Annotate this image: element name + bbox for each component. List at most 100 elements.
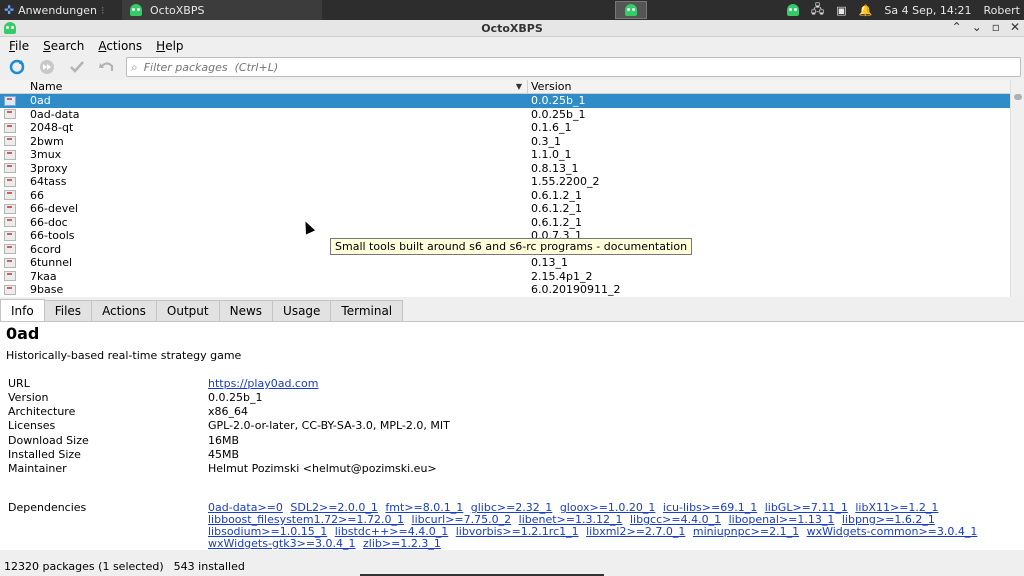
dependency-link[interactable]: wxWidgets-gtk3>=3.0.4_1 [208,537,356,550]
package-version: 0.3_1 [531,134,561,148]
fast-forward-icon [40,60,54,74]
package-icon [4,95,16,106]
package-name: 0ad-data [30,107,80,121]
table-row[interactable]: 3mux 1.1.0_1 [0,148,1010,162]
network-icon[interactable]: 🖧 [811,0,824,21]
field-label: Maintainer [8,462,67,475]
details-tabs: Info Files Actions Output News Usage Terminal [0,299,404,321]
dependency-link[interactable]: libxml2>=2.7.0_1 [586,525,685,538]
package-icon [4,244,16,255]
chevron-up-icon[interactable]: ⌃ [952,20,962,34]
package-icon [4,136,16,147]
table-row[interactable]: 6tunnel 0.13_1 [0,256,1010,270]
sort-desc-icon: ▼ [515,82,522,91]
taskbar-task-octoxbps[interactable]: OctoXBPS [122,0,322,20]
table-row[interactable]: 9base 6.0.20190911_2 [0,283,1010,297]
undo-icon [99,62,114,71]
octoxbps-icon [130,4,142,16]
user-name[interactable]: Robert [984,4,1020,17]
tab-terminal[interactable]: Terminal [330,300,404,321]
window-title: OctoXBPS [481,21,543,35]
package-name: 64tass [30,175,67,189]
package-version: 0.0.25b_1 [531,94,586,108]
table-row[interactable]: 7kaa 2.15.4p1_2 [0,270,1010,284]
battery-icon[interactable]: ▣ [836,4,846,17]
filter-packages-input[interactable] [143,60,1004,74]
menubar: File Search Actions Help [0,37,1024,55]
table-row[interactable]: 66-devel 0.6.1.2_1 [0,202,1010,216]
package-icon [4,271,16,282]
dependency-link[interactable]: zlib>=1.2.3_1 [363,537,441,550]
field-label: Installed Size [8,448,81,461]
package-table-scrollbar[interactable] [1010,80,1024,297]
toolbar: ⌕ [0,55,1024,79]
field-label: Download Size [8,434,89,447]
octoxbps-notifier-icon[interactable] [786,4,799,16]
clock[interactable]: Sa 4 Sep, 14:21 [884,4,971,17]
app-grid-icon: ✜ [4,3,15,17]
field-value: 0.0.25b_1 [208,391,263,404]
task-label: OctoXBPS [150,3,205,17]
minimize-icon[interactable]: ⌄ [972,20,982,34]
applications-menu-label: Anwendungen [18,3,97,17]
tab-output[interactable]: Output [155,300,220,321]
package-name: 66-devel [30,202,79,216]
table-row[interactable]: 66-doc 0.6.1.2_1 [0,216,1010,230]
package-icon [4,203,16,214]
tab-usage[interactable]: Usage [272,300,332,321]
package-version: 0.8.13_1 [531,161,579,175]
sync-button[interactable] [6,56,28,78]
table-row[interactable]: 0ad-data 0.0.25b_1 [0,108,1010,122]
tab-info[interactable]: Info [0,299,45,321]
dependency-link[interactable]: libvorbis>=1.2.1rc1_1 [456,525,579,538]
field-value: Helmut Pozimski <helmut@pozimski.eu> [208,462,437,475]
checkmark-icon [70,61,84,73]
field-value: GPL-2.0-or-later, CC-BY-SA-3.0, MPL-2.0,… [208,419,450,432]
scrollbar-thumb[interactable] [1014,94,1022,100]
package-name: 0ad [30,94,51,108]
tab-actions[interactable]: Actions [91,300,157,321]
table-row[interactable]: 2048-qt 0.1.6_1 [0,121,1010,135]
show-desktop-button[interactable] [614,1,647,19]
package-version: 6.0.20190911_2 [531,283,621,297]
commit-button[interactable] [66,56,88,78]
package-name: 3mux [30,148,62,162]
info-panel: 0ad Historically-based real-time strateg… [0,321,1024,550]
field-value: 16MB [208,434,240,447]
menu-actions[interactable]: Actions [98,39,142,53]
menu-search[interactable]: Search [43,39,84,53]
package-name: 3proxy [30,161,68,175]
maximize-icon[interactable]: ▫ [992,20,1000,34]
table-row[interactable]: 0ad 0.0.25b_1 [0,94,1010,108]
package-version: 1.1.0_1 [531,148,572,162]
window-titlebar[interactable]: OctoXBPS ⌃ ⌄ ▫ ✕ [0,20,1024,37]
field-label: Architecture [8,405,76,418]
notification-bell-icon[interactable]: 🔔 [859,4,873,17]
octoxbps-tray-icon [624,4,637,16]
field-value: x86_64 [208,405,249,418]
menu-file[interactable]: File [9,39,29,53]
table-row[interactable]: 64tass 1.55.2200_2 [0,175,1010,189]
column-header-version[interactable]: Version [528,80,1010,93]
tab-news[interactable]: News [218,300,274,321]
table-row[interactable]: 66 0.6.1.2_1 [0,189,1010,203]
package-count: 12320 packages (1 selected) [4,559,164,573]
tab-files[interactable]: Files [43,300,93,321]
dependency-link[interactable]: miniupnpc>=2.1_1 [693,525,799,538]
column-header-name[interactable]: Name ▼ [0,80,528,93]
package-icon [4,122,16,133]
url-link[interactable]: https://play0ad.com [208,377,318,390]
system-upgrade-button[interactable] [36,56,58,78]
filter-packages-field[interactable]: ⌕ [126,57,1021,77]
applications-menu[interactable]: ✜ Anwendungen ⁝ [0,0,120,20]
close-icon[interactable]: ✕ [1010,20,1020,34]
menu-help[interactable]: Help [156,39,183,53]
rollback-button[interactable] [96,56,118,78]
package-icon [4,163,16,174]
table-row[interactable]: 3proxy 0.8.13_1 [0,162,1010,176]
package-rows: 0ad 0.0.25b_1 0ad-data 0.0.25b_1 2048-qt 0.1.… [0,94,1010,297]
table-row[interactable]: 2bwm 0.3_1 [0,135,1010,149]
dependency-link[interactable]: wxWidgets-common>=3.0.4_1 [807,525,978,538]
search-icon: ⌕ [131,59,138,74]
package-icon [4,257,16,268]
